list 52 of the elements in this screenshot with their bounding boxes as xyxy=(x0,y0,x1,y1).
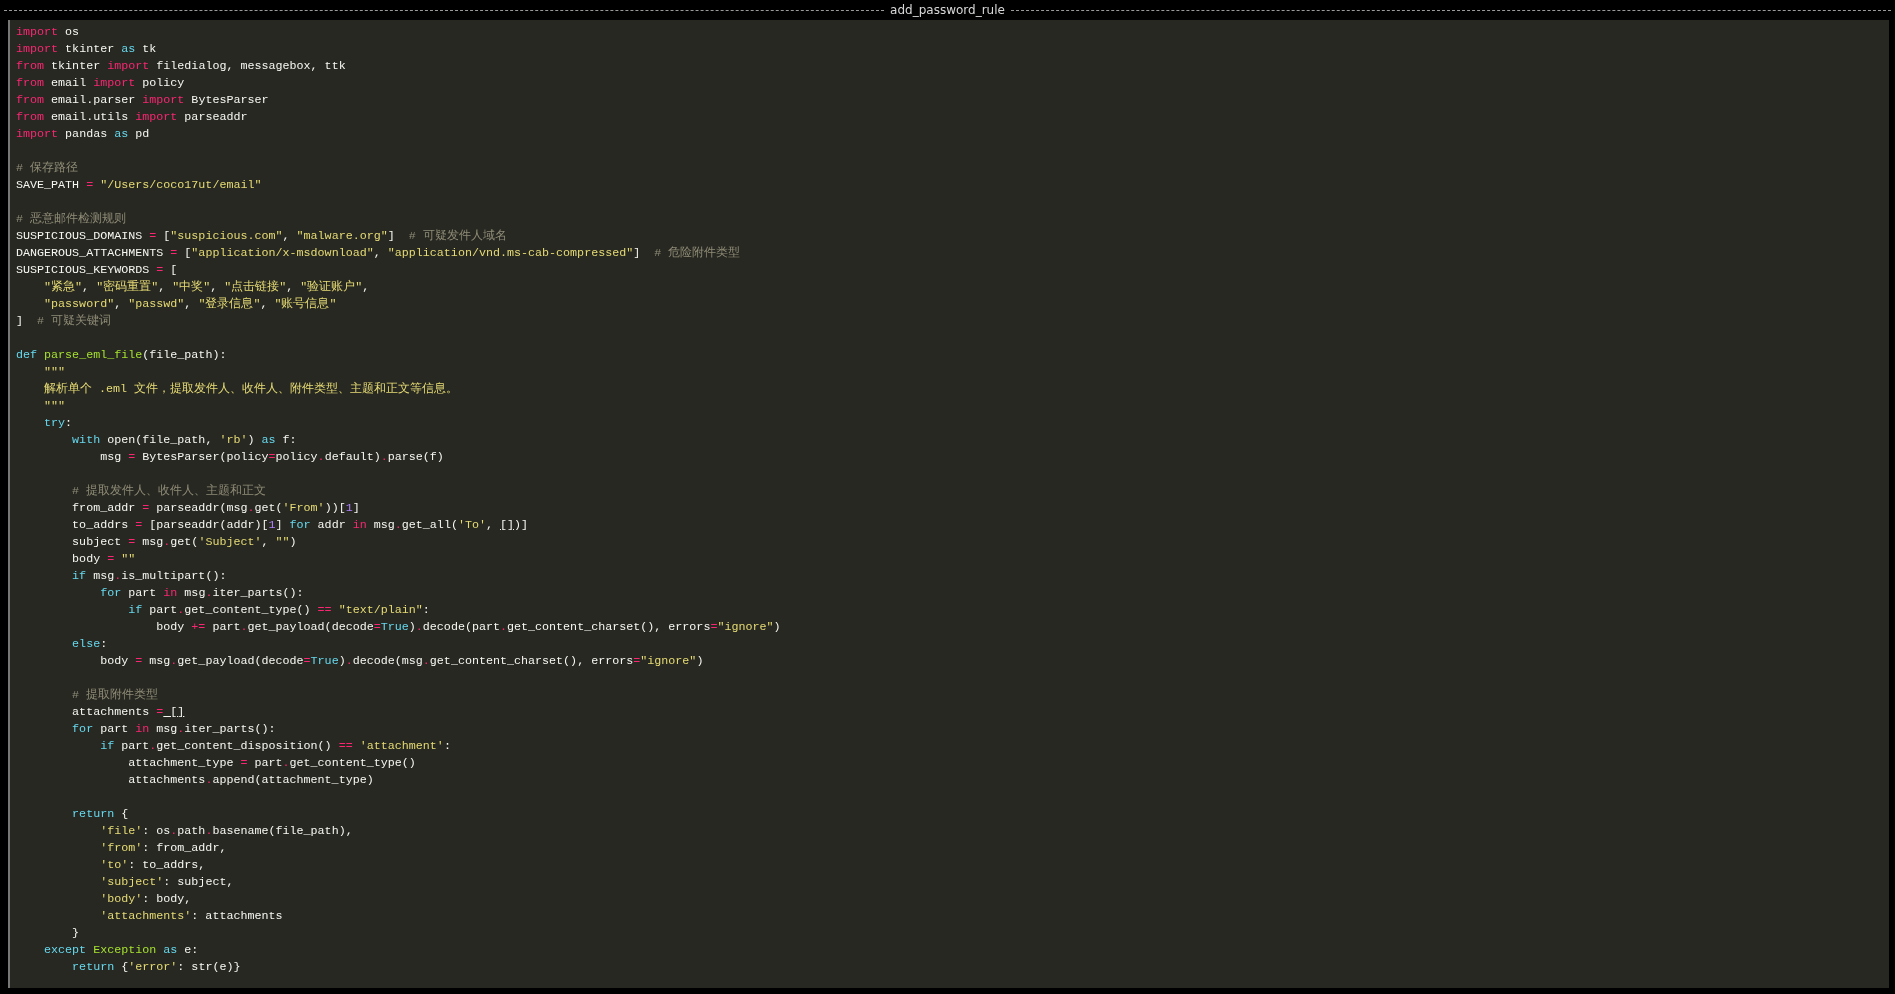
code-line: to_addrs = [parseaddr(addr)[1] for addr in msg.get_all('To', [])] xyxy=(71,517,529,534)
code-line: 解析单个 .eml 文件，提取发件人、收件人、附件类型、主题和正文等信息。 xyxy=(43,381,459,398)
code-line: from_addr = parseaddr(msg.get('From'))[1] xyxy=(71,500,360,517)
code-line: """ xyxy=(43,398,66,415)
code-line: attachments.append(attachment_type) xyxy=(127,772,374,789)
window-title: add_password_rule xyxy=(890,3,1005,17)
code-line: subject = msg.get('Subject', "") xyxy=(71,534,297,551)
code-line: body += part.get_payload(decode=True).decode(part.get_content_charset(), errors="ignore") xyxy=(155,619,781,636)
code-line: for part in msg.iter_parts(): xyxy=(99,585,304,602)
code-line: 'attachments': attachments xyxy=(99,908,283,925)
code-line: try: xyxy=(43,415,73,432)
code-line: import pandas as pd xyxy=(16,126,150,143)
code-line: 'subject': subject, xyxy=(99,874,234,891)
code-line: for part in msg.iter_parts(): xyxy=(71,721,276,738)
code-line: if part.get_content_type() == "text/plain": xyxy=(127,602,430,619)
code-line: except Exception as e: xyxy=(43,942,199,959)
code-line: import os xyxy=(16,24,80,41)
code-line: # 保存路径 xyxy=(16,160,79,177)
code-line: with open(file_path, 'rb') as f: xyxy=(71,432,297,449)
code-line: body = "" xyxy=(71,551,136,568)
code-line: if msg.is_multipart(): xyxy=(71,568,227,585)
code-line: 'file': os.path.basename(file_path), xyxy=(99,823,353,840)
code-line: return { xyxy=(71,806,129,823)
code-line: } xyxy=(71,925,80,942)
code-line: body = msg.get_payload(decode=True).decode(msg.get_content_charset(), errors="ignore") xyxy=(99,653,704,670)
code-line: msg = BytesParser(policy=policy.default).parse(f) xyxy=(99,449,444,466)
code-line: from email.utils import parseaddr xyxy=(16,109,248,126)
code-line: DANGEROUS_ATTACHMENTS = ["application/x-msdownload", "application/vnd.ms-cab-compressed"] # 危险附件类型 xyxy=(16,245,741,262)
code-line: 'to': to_addrs, xyxy=(99,857,206,874)
code-line: SUSPICIOUS_KEYWORDS = [ xyxy=(16,262,178,279)
code-line: SUSPICIOUS_DOMAINS = ["suspicious.com", "malware.org"] # 可疑发件人域名 xyxy=(16,228,507,245)
code-line: # 提取附件类型 xyxy=(71,687,159,704)
code-line: else: xyxy=(71,636,108,653)
code-line: if part.get_content_disposition() == 'attachment': xyxy=(99,738,451,755)
code-line: 'body': body, xyxy=(99,891,192,908)
code-line: attachment_type = part.get_content_type() xyxy=(127,755,416,772)
code-line: from tkinter import filedialog, messagebox, ttk xyxy=(16,58,346,75)
code-line: def parse_eml_file(file_path): xyxy=(16,347,227,364)
code-line: import tkinter as tk xyxy=(16,41,157,58)
code-line: 'from': from_addr, xyxy=(99,840,227,857)
code-line: SAVE_PATH = "/Users/coco17ut/email" xyxy=(16,177,262,194)
code-line: # 恶意邮件检测规则 xyxy=(16,211,127,228)
code-line: "紧急", "密码重置", "中奖", "点击链接", "验证账户", xyxy=(43,279,370,296)
code-line: return {'error': str(e)} xyxy=(71,959,241,976)
code-line: # 提取发件人、收件人、主题和正文 xyxy=(71,483,267,500)
code-line: "password", "passwd", "登录信息", "账号信息" xyxy=(43,296,337,313)
code-line: """ xyxy=(43,364,66,381)
code-editor[interactable] xyxy=(8,20,1889,988)
code-line: from email import policy xyxy=(16,75,185,92)
code-line: ] # 可疑关键词 xyxy=(16,313,112,330)
code-line: from email.parser import BytesParser xyxy=(16,92,269,109)
code-line: attachments = [] xyxy=(71,704,185,721)
